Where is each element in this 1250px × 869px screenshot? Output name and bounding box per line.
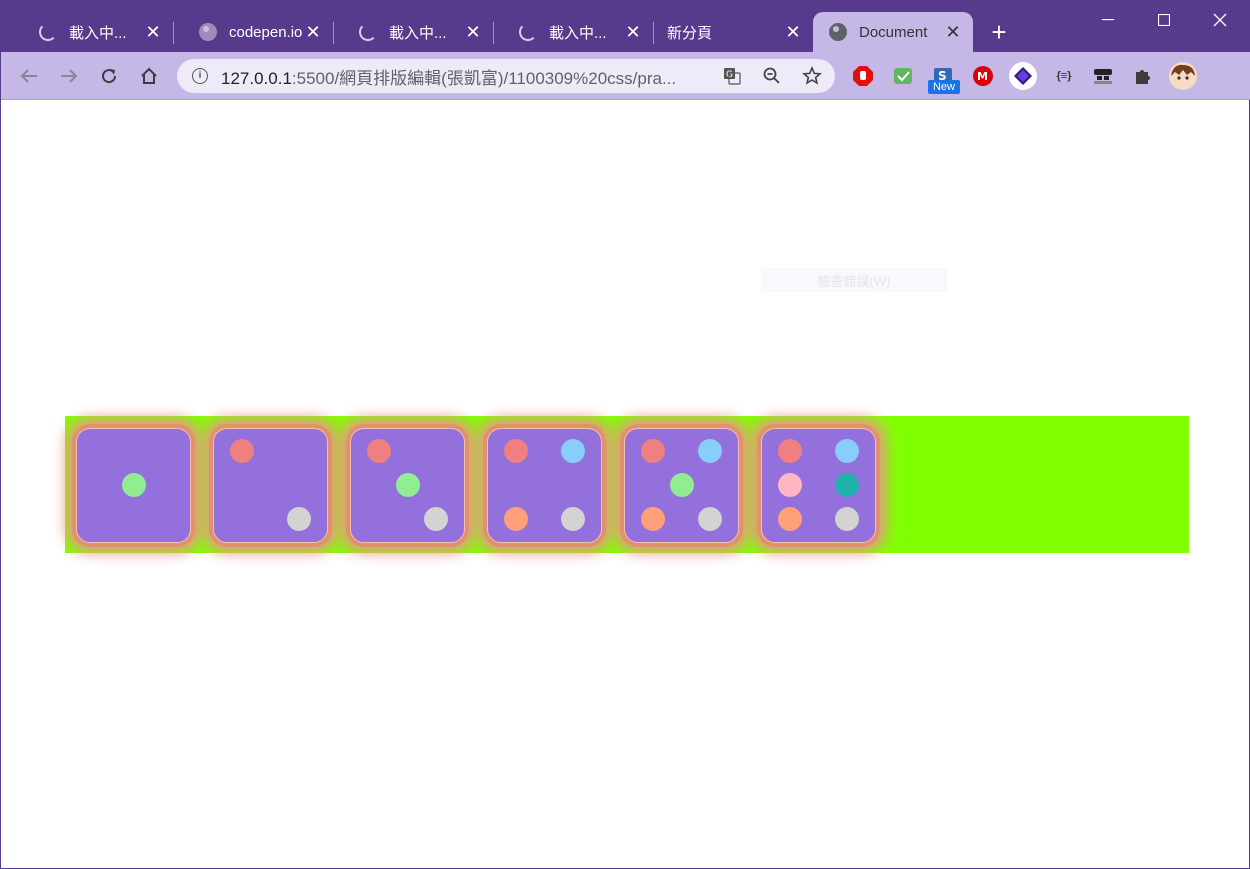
new-tab-button[interactable]: + [985, 17, 1013, 47]
tab-loading-2[interactable]: 載入中... ✕ [333, 12, 493, 52]
ghost-tooltip: 檢查錯誤(W) [761, 268, 947, 292]
adblock-icon[interactable] [851, 64, 875, 88]
tab-new-tab[interactable]: 新分頁 ✕ [653, 12, 813, 52]
pip [698, 439, 722, 463]
close-icon[interactable]: ✕ [143, 22, 163, 42]
loading-spinner-icon [357, 21, 379, 43]
pip [698, 507, 722, 531]
close-icon[interactable]: ✕ [783, 22, 803, 42]
pip [287, 507, 311, 531]
mega-icon[interactable]: M [971, 64, 995, 88]
tab-title: 載入中... [549, 24, 607, 42]
tab-title: 載入中... [69, 24, 127, 42]
die-face-4 [487, 428, 602, 543]
die-face-2 [213, 428, 328, 543]
url-text[interactable]: 127.0.0.1:5500/網頁排版編輯(張凱富)/1100309%20css… [221, 64, 709, 89]
back-button[interactable] [15, 62, 43, 90]
die-face-6 [761, 428, 876, 543]
pip [122, 473, 146, 497]
globe-icon [197, 21, 219, 43]
tab-loading-3[interactable]: 載入中... ✕ [493, 12, 653, 52]
pip [778, 473, 802, 497]
svg-text:M: M [977, 70, 988, 83]
pip [396, 473, 420, 497]
die-face-5 [624, 428, 739, 543]
pip [504, 507, 528, 531]
close-icon[interactable]: ✕ [303, 22, 323, 42]
pip [835, 507, 859, 531]
minimize-button[interactable] [1085, 4, 1131, 36]
minimize-icon [1102, 19, 1114, 21]
tab-loading-1[interactable]: 載入中... ✕ [13, 12, 173, 52]
info-icon[interactable]: i [192, 68, 208, 84]
close-window-button[interactable] [1197, 4, 1243, 36]
pip [778, 507, 802, 531]
pip [835, 439, 859, 463]
pip [424, 507, 448, 531]
close-icon[interactable]: ✕ [463, 22, 483, 42]
new-badge: New [928, 80, 960, 94]
pip [367, 439, 391, 463]
die-face-3 [350, 428, 465, 543]
puzzle-icon[interactable] [1131, 64, 1155, 88]
bookmark-star-icon[interactable] [801, 65, 823, 87]
layers-extension-icon[interactable] [1009, 62, 1037, 90]
pip [778, 439, 802, 463]
json-viewer-icon[interactable]: {≡} [1051, 64, 1077, 88]
pip [561, 507, 585, 531]
translate-icon[interactable]: G [721, 65, 743, 87]
close-icon [1213, 13, 1227, 27]
url-path: :5500/網頁排版編輯(張凱富)/1100309%20css/pra... [291, 68, 677, 88]
url-host: 127.0.0.1 [221, 68, 292, 88]
pip [670, 473, 694, 497]
tab-title: 新分頁 [667, 24, 713, 42]
maximize-icon [1158, 14, 1170, 26]
pip [504, 439, 528, 463]
tab-strip: 載入中... ✕ codepen.io ✕ 載入中... ✕ 載入中... ✕ … [1, 0, 1250, 52]
incognito-extension-icon[interactable] [1091, 64, 1115, 88]
home-button[interactable] [135, 62, 163, 90]
arrow-right-icon [61, 69, 78, 83]
close-icon[interactable]: ✕ [623, 22, 643, 42]
address-bar[interactable]: i 127.0.0.1:5500/網頁排版編輯(張凱富)/1100309%20c… [177, 59, 835, 93]
reload-button[interactable] [95, 62, 123, 90]
maximize-button[interactable] [1141, 4, 1187, 36]
tab-codepen[interactable]: codepen.io ✕ [173, 12, 333, 52]
globe-icon [827, 21, 849, 43]
zoom-icon[interactable] [761, 65, 783, 87]
tab-title: codepen.io [229, 23, 303, 41]
pip [641, 507, 665, 531]
loading-spinner-icon [37, 21, 59, 43]
tab-document[interactable]: Document ✕ [813, 12, 973, 52]
browser-window: 載入中... ✕ codepen.io ✕ 載入中... ✕ 載入中... ✕ … [0, 0, 1250, 869]
profile-avatar[interactable] [1169, 62, 1197, 90]
forward-button[interactable] [55, 62, 83, 90]
arrow-left-icon [20, 69, 37, 83]
check-extension-icon[interactable] [891, 64, 915, 88]
pip [641, 439, 665, 463]
pip [230, 439, 254, 463]
loading-spinner-icon [517, 21, 539, 43]
pip [561, 439, 585, 463]
reload-icon [102, 69, 117, 84]
die-face-1 [76, 428, 191, 543]
tab-title: 載入中... [389, 24, 447, 42]
pip [835, 473, 859, 497]
tab-title: Document [859, 23, 928, 41]
close-icon[interactable]: ✕ [943, 22, 963, 42]
home-icon [141, 67, 157, 84]
